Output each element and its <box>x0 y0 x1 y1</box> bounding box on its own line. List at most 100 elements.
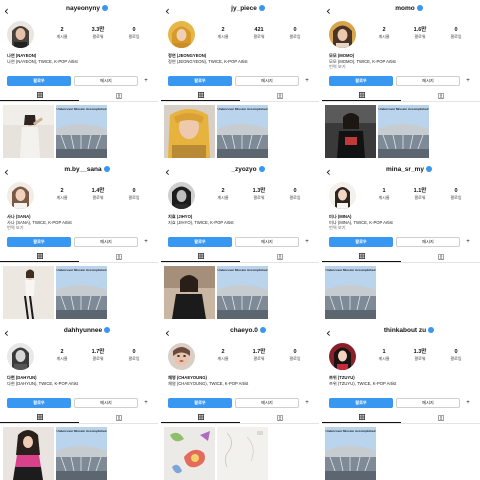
back-chevron-icon[interactable]: ‹ <box>326 5 331 17</box>
back-chevron-icon[interactable]: ‹ <box>165 327 170 339</box>
avatar[interactable] <box>168 182 195 209</box>
add-person-icon[interactable]: + <box>141 398 151 408</box>
tab-tagged[interactable] <box>401 412 480 423</box>
tab-grid[interactable] <box>161 90 240 101</box>
tab-tagged[interactable] <box>401 90 480 101</box>
stat-following[interactable]: 0 팔로잉 <box>278 188 312 201</box>
add-person-icon[interactable]: + <box>302 398 312 408</box>
stat-following[interactable]: 0 팔로잉 <box>278 27 312 40</box>
tab-grid[interactable] <box>322 251 401 262</box>
message-button[interactable]: 메시지 <box>235 237 299 247</box>
stat-posts[interactable]: 2 게시물 <box>45 188 79 201</box>
add-person-icon[interactable]: + <box>141 76 151 86</box>
post-thumbnail[interactable]: Undercover Mission Accomplished <box>217 105 268 158</box>
tab-grid[interactable] <box>161 412 240 423</box>
stat-posts[interactable]: 2 게시물 <box>206 349 240 362</box>
back-chevron-icon[interactable]: ‹ <box>4 327 9 339</box>
message-button[interactable]: 메시지 <box>74 237 138 247</box>
post-thumbnail[interactable]: Undercover Mission Accomplished <box>56 266 107 319</box>
tab-tagged[interactable] <box>401 251 480 262</box>
tab-tagged[interactable] <box>240 251 319 262</box>
follow-button[interactable]: 팔로우 <box>329 398 393 408</box>
post-thumbnail[interactable]: Undercover Mission Accomplished <box>217 266 268 319</box>
avatar[interactable] <box>168 343 195 370</box>
stat-followers[interactable]: 1.3만 팔로워 <box>242 188 276 201</box>
message-button[interactable]: 메시지 <box>74 76 138 86</box>
back-chevron-icon[interactable]: ‹ <box>4 166 9 178</box>
post-thumbnail[interactable] <box>217 427 268 480</box>
back-chevron-icon[interactable]: ‹ <box>4 5 9 17</box>
add-person-icon[interactable]: + <box>463 237 473 247</box>
stat-following[interactable]: 0 팔로잉 <box>117 27 151 40</box>
stat-posts[interactable]: 2 게시물 <box>206 27 240 40</box>
post-thumbnail[interactable]: Undercover Mission Accomplished <box>325 427 376 480</box>
post-thumbnail[interactable] <box>3 266 54 319</box>
post-thumbnail[interactable]: Undercover Mission Accomplished <box>56 427 107 480</box>
stat-posts[interactable]: 1 게시물 <box>367 349 401 362</box>
translate-link[interactable]: 번역 보기 <box>329 64 477 70</box>
stat-following[interactable]: 0 팔로잉 <box>117 188 151 201</box>
follow-button[interactable]: 팔로우 <box>168 398 232 408</box>
stat-posts[interactable]: 2 게시물 <box>45 27 79 40</box>
follow-button[interactable]: 팔로우 <box>7 398 71 408</box>
stat-followers[interactable]: 1.4만 팔로워 <box>81 188 115 201</box>
avatar[interactable] <box>7 182 34 209</box>
add-person-icon[interactable]: + <box>141 237 151 247</box>
post-thumbnail[interactable]: Undercover Mission Accomplished <box>56 105 107 158</box>
follow-button[interactable]: 팔로우 <box>329 237 393 247</box>
follow-button[interactable]: 팔로우 <box>168 76 232 86</box>
add-person-icon[interactable]: + <box>463 76 473 86</box>
follow-button[interactable]: 팔로우 <box>329 76 393 86</box>
stat-following[interactable]: 0 팔로잉 <box>439 188 473 201</box>
stat-posts[interactable]: 2 게시물 <box>45 349 79 362</box>
stat-followers[interactable]: 1.7만 팔로워 <box>242 349 276 362</box>
post-thumbnail[interactable]: Undercover Mission Accomplished <box>325 266 376 319</box>
follow-button[interactable]: 팔로우 <box>168 237 232 247</box>
tab-grid[interactable] <box>161 251 240 262</box>
tab-tagged[interactable] <box>79 251 158 262</box>
add-person-icon[interactable]: + <box>302 76 312 86</box>
post-thumbnail[interactable] <box>3 105 54 158</box>
tab-grid[interactable] <box>0 251 79 262</box>
back-chevron-icon[interactable]: ‹ <box>326 166 331 178</box>
message-button[interactable]: 메시지 <box>235 76 299 86</box>
message-button[interactable]: 메시지 <box>396 237 460 247</box>
stat-followers[interactable]: 3.3만 팔로워 <box>81 27 115 40</box>
tab-grid[interactable] <box>0 412 79 423</box>
tab-grid[interactable] <box>322 90 401 101</box>
post-thumbnail[interactable] <box>164 427 215 480</box>
stat-followers[interactable]: 1.1만 팔로워 <box>403 188 437 201</box>
stat-following[interactable]: 0 팔로잉 <box>117 349 151 362</box>
back-chevron-icon[interactable]: ‹ <box>165 5 170 17</box>
tab-tagged[interactable] <box>79 90 158 101</box>
back-chevron-icon[interactable]: ‹ <box>165 166 170 178</box>
post-thumbnail[interactable]: Undercover Mission Accomplished <box>378 105 429 158</box>
stat-posts[interactable]: 2 게시물 <box>206 188 240 201</box>
avatar[interactable] <box>168 21 195 48</box>
stat-followers[interactable]: 1.6만 팔로워 <box>403 27 437 40</box>
stat-following[interactable]: 0 팔로잉 <box>439 349 473 362</box>
stat-following[interactable]: 0 팔로잉 <box>439 27 473 40</box>
message-button[interactable]: 메시지 <box>396 76 460 86</box>
avatar[interactable] <box>7 21 34 48</box>
message-button[interactable]: 메시지 <box>396 398 460 408</box>
stat-posts[interactable]: 2 게시물 <box>367 27 401 40</box>
avatar[interactable] <box>7 343 34 370</box>
message-button[interactable]: 메시지 <box>235 398 299 408</box>
add-person-icon[interactable]: + <box>302 237 312 247</box>
translate-link[interactable]: 번역 보기 <box>329 225 477 231</box>
add-person-icon[interactable]: + <box>463 398 473 408</box>
avatar[interactable] <box>329 21 356 48</box>
translate-link[interactable]: 번역 보기 <box>7 225 155 231</box>
avatar[interactable] <box>329 343 356 370</box>
stat-posts[interactable]: 1 게시물 <box>367 188 401 201</box>
tab-grid[interactable] <box>0 90 79 101</box>
stat-followers[interactable]: 421 팔로워 <box>242 27 276 40</box>
tab-tagged[interactable] <box>240 412 319 423</box>
avatar[interactable] <box>329 182 356 209</box>
post-thumbnail[interactable] <box>3 427 54 480</box>
stat-following[interactable]: 0 팔로잉 <box>278 349 312 362</box>
stat-followers[interactable]: 1.7만 팔로워 <box>81 349 115 362</box>
tab-tagged[interactable] <box>79 412 158 423</box>
stat-followers[interactable]: 1.3만 팔로워 <box>403 349 437 362</box>
